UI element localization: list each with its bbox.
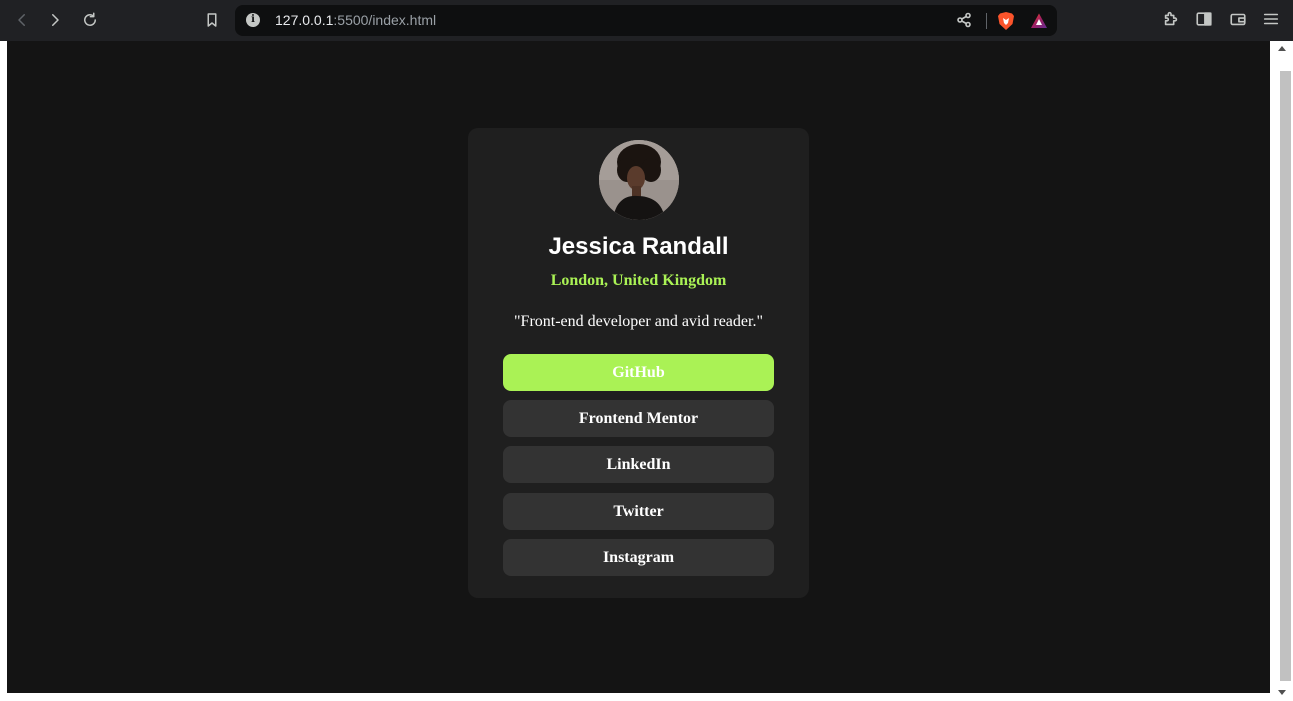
forward-button[interactable] — [43, 8, 67, 32]
twitter-link-button[interactable]: Twitter — [503, 493, 774, 530]
vertical-scrollbar[interactable] — [1270, 41, 1293, 701]
profile-name: Jessica Randall — [548, 233, 729, 260]
sidebar-button[interactable] — [1195, 10, 1215, 30]
share-button[interactable] — [956, 12, 974, 30]
linkedin-link-button[interactable]: LinkedIn — [503, 446, 774, 483]
instagram-link-button[interactable]: Instagram — [503, 539, 774, 576]
address-bar[interactable]: i 127.0.0.1:5500/index.html — [235, 5, 1057, 36]
url-host: 127.0.0.1 — [275, 12, 334, 28]
page-viewport: Jessica Randall London, United Kingdom "… — [7, 41, 1270, 693]
avatar — [599, 140, 679, 220]
forward-icon — [52, 14, 59, 26]
reload-icon — [84, 12, 96, 26]
scroll-up-arrow-icon[interactable] — [1278, 46, 1286, 51]
brave-shields-icon — [998, 12, 1014, 30]
bookmark-button[interactable] — [200, 8, 224, 32]
menu-button[interactable] — [1262, 10, 1282, 30]
scroll-down-arrow-icon[interactable] — [1278, 690, 1286, 695]
url-path: :5500/index.html — [333, 12, 437, 28]
frontend-mentor-link-button[interactable]: Frontend Mentor — [503, 400, 774, 437]
brave-rewards-icon — [1031, 13, 1047, 28]
brave-rewards-button[interactable] — [1030, 12, 1048, 30]
avatar-photo — [599, 140, 679, 220]
url-text[interactable]: 127.0.0.1:5500/index.html — [275, 12, 436, 28]
profile-card: Jessica Randall London, United Kingdom "… — [468, 128, 809, 598]
sidebar-icon — [1196, 12, 1212, 26]
reload-button[interactable] — [78, 8, 102, 32]
address-bar-divider — [986, 13, 987, 29]
share-icon — [957, 12, 971, 28]
extensions-icon — [1164, 11, 1178, 26]
wallet-button[interactable] — [1229, 10, 1249, 30]
github-link-button[interactable]: GitHub — [503, 354, 774, 391]
page-bottom-edge — [0, 693, 1270, 701]
scrollbar-thumb[interactable] — [1280, 71, 1291, 681]
profile-location: London, United Kingdom — [550, 272, 727, 289]
bookmark-icon — [207, 13, 217, 27]
extensions-button[interactable] — [1162, 10, 1182, 30]
back-button[interactable] — [10, 8, 34, 32]
back-icon — [18, 14, 25, 26]
site-info-icon[interactable]: i — [246, 13, 260, 27]
browser-toolbar: i 127.0.0.1:5500/index.html — [0, 0, 1293, 41]
wallet-icon — [1230, 13, 1246, 26]
brave-shields-button[interactable] — [997, 11, 1015, 31]
menu-icon — [1263, 13, 1279, 25]
profile-bio: "Front-end developer and avid reader." — [514, 313, 763, 330]
